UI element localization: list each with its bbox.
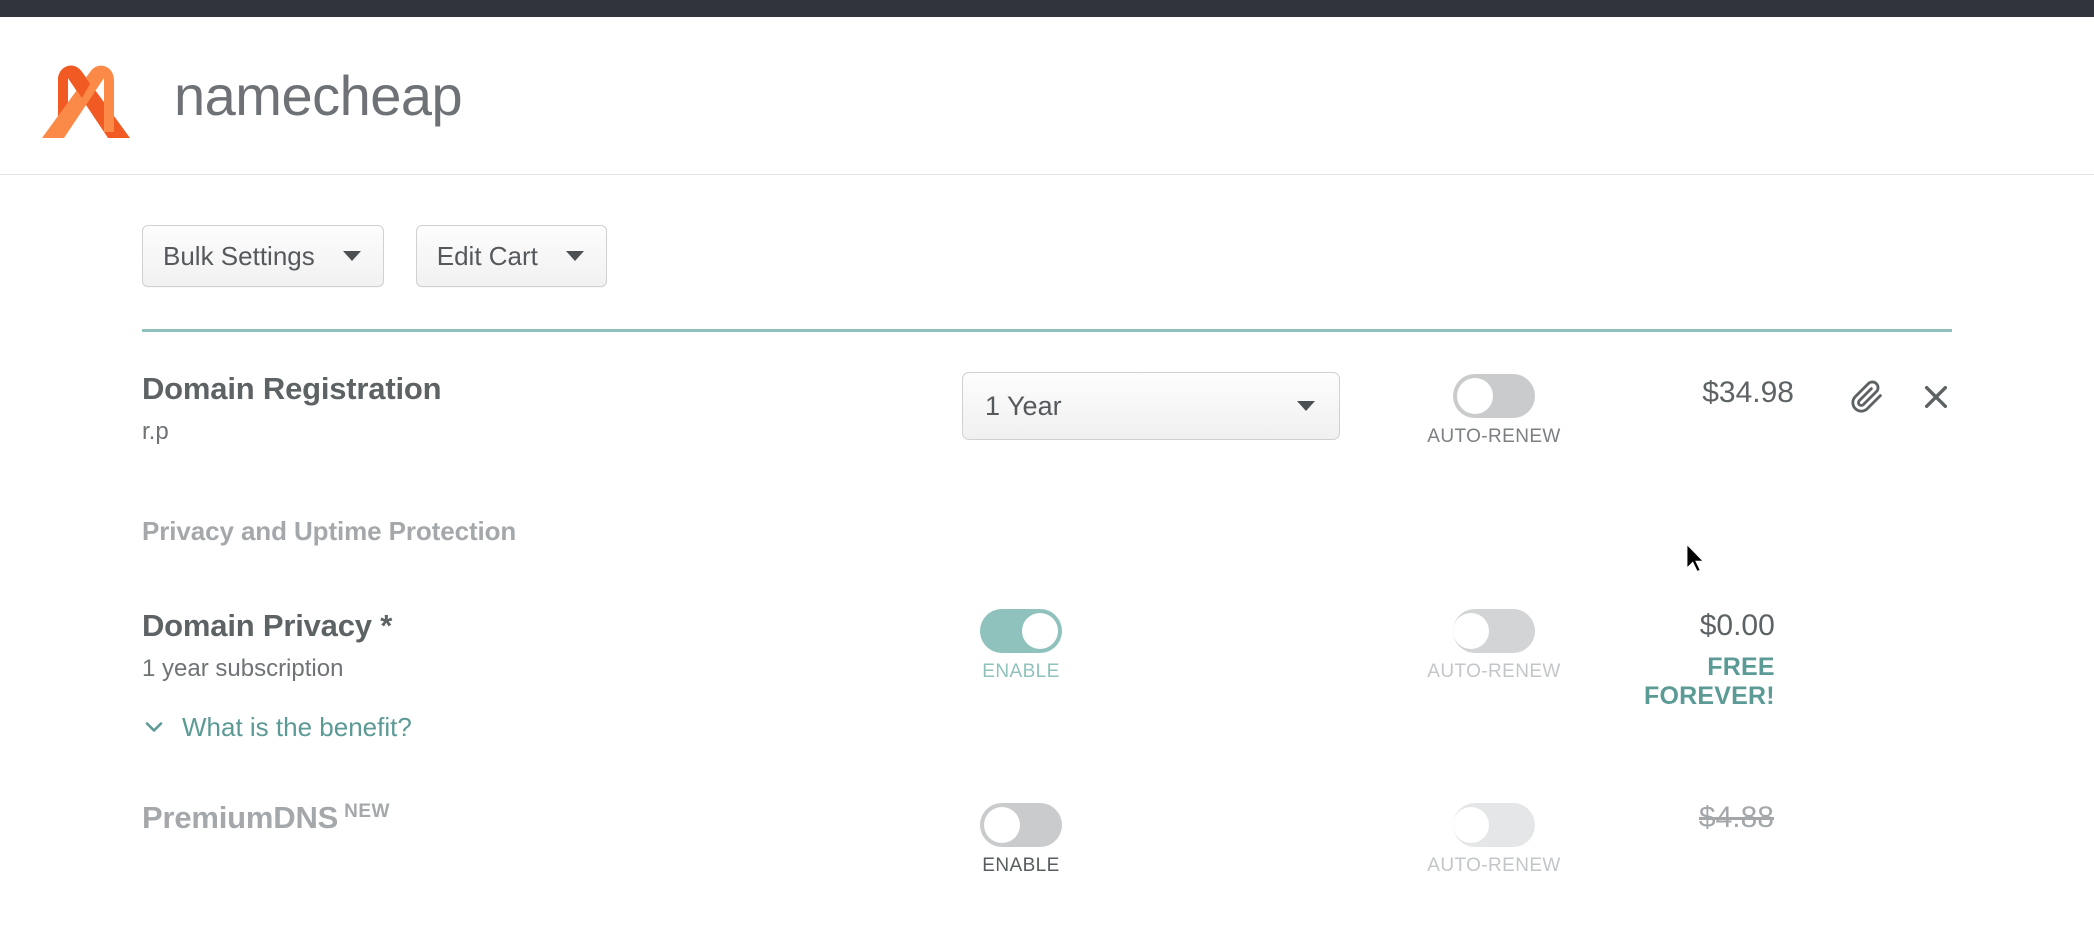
edit-cart-button[interactable]: Edit Cart <box>415 225 607 287</box>
domain-privacy-price: $0.00 <box>1699 609 1775 642</box>
chevron-down-icon <box>145 722 163 733</box>
browser-top-bar <box>0 0 2094 17</box>
domain-privacy-enable-toggle[interactable] <box>980 609 1062 653</box>
domain-privacy-price-column: $0.00 FREE FOREVER! <box>1644 609 1953 711</box>
domain-privacy-autorenew-toggle[interactable] <box>1453 609 1535 653</box>
premium-dns-autorenew-group: AUTO-RENEW <box>1427 802 1560 877</box>
domain-privacy-autorenew-group: AUTO-RENEW <box>1427 609 1560 683</box>
bulk-settings-label: Bulk Settings <box>163 240 315 271</box>
namecheap-logo[interactable]: namecheap <box>34 54 463 138</box>
domain-autorenew-toggle[interactable] <box>1453 374 1535 418</box>
premium-dns-new-badge: NEW <box>344 800 390 822</box>
term-select[interactable]: 1 Year <box>962 372 1340 440</box>
premium-dns-price: $4.88 <box>1698 800 1774 834</box>
domain-privacy-row: Domain Privacy * 1 year subscription Wha… <box>142 608 1953 743</box>
premium-dns-title-wrap: PremiumDNS NEW <box>142 799 962 835</box>
toggle-knob <box>1022 613 1058 649</box>
namecheap-wordmark: namecheap <box>174 63 463 127</box>
cart-toolbar: Bulk Settings Edit Cart <box>142 175 1952 287</box>
domain-term-column: 1 Year <box>962 372 1344 440</box>
toggle-knob <box>984 806 1020 843</box>
domain-privacy-price-note: FREE FOREVER! <box>1644 653 1775 710</box>
toggle-knob <box>1453 613 1489 649</box>
namecheap-logo-icon <box>42 65 130 138</box>
domain-privacy-subtitle: 1 year subscription <box>142 655 344 683</box>
premium-dns-title: PremiumDNS <box>142 799 339 835</box>
toggle-knob <box>1457 378 1493 414</box>
domain-privacy-benefit-link[interactable]: What is the benefit? <box>142 712 962 743</box>
domain-registration-row: Domain Registration r.p 1 Year AUTO-RENE… <box>142 371 1952 448</box>
domain-privacy-enable-column: ENABLE <box>962 609 1344 683</box>
domain-privacy-autorenew-label: AUTO-RENEW <box>1427 661 1561 682</box>
close-icon[interactable] <box>1920 381 1952 413</box>
premium-dns-autorenew-toggle[interactable] <box>1453 802 1535 847</box>
domain-privacy-autorenew-column: AUTO-RENEW <box>1344 609 1644 683</box>
domain-autorenew-group: AUTO-RENEW <box>1427 374 1560 448</box>
domain-privacy-enable-label: ENABLE <box>982 661 1060 682</box>
benefit-link-label: What is the benefit? <box>182 711 412 742</box>
premium-dns-row: PremiumDNS NEW ENABLE AUTO-RENEW $4.88 <box>142 799 1952 877</box>
domain-autorenew-label: AUTO-RENEW <box>1427 426 1561 447</box>
domain-privacy-title: Domain Privacy * <box>142 608 393 643</box>
premium-dns-autorenew-label: AUTO-RENEW <box>1427 854 1561 876</box>
premium-dns-autorenew-column: AUTO-RENEW <box>1344 801 1644 877</box>
premium-dns-enable-group: ENABLE <box>962 802 1080 877</box>
premium-dns-enable-toggle[interactable] <box>980 802 1062 847</box>
domain-privacy-enable-group: ENABLE <box>962 609 1080 683</box>
domain-registration-title: Domain Registration <box>142 371 442 406</box>
domain-price: $34.98 <box>1702 376 1794 409</box>
term-select-value: 1 Year <box>985 390 1062 421</box>
domain-price-column: $34.98 <box>1644 372 1952 414</box>
chevron-down-icon <box>1297 401 1315 411</box>
chevron-down-icon <box>342 251 361 261</box>
domain-privacy-info: Domain Privacy * 1 year subscription Wha… <box>142 608 962 743</box>
premium-dns-price-column: $4.88 <box>1644 801 1952 835</box>
bulk-settings-button[interactable]: Bulk Settings <box>142 225 384 287</box>
section-divider <box>142 329 1952 332</box>
cart-content: Bulk Settings Edit Cart Domain Registrat… <box>0 175 2094 877</box>
domain-registration-info: Domain Registration r.p <box>142 371 962 447</box>
toggle-knob <box>1453 806 1489 843</box>
domain-row-actions <box>1850 376 1952 414</box>
premium-dns-enable-column: ENABLE <box>962 801 1344 877</box>
chevron-down-icon <box>565 251 584 261</box>
privacy-section-title: Privacy and Uptime Protection <box>142 516 517 546</box>
site-header: namecheap <box>0 17 2094 175</box>
domain-autorenew-column: AUTO-RENEW <box>1344 372 1644 448</box>
premium-dns-info: PremiumDNS NEW <box>142 799 962 835</box>
edit-cart-label: Edit Cart <box>436 240 538 271</box>
premium-dns-enable-label: ENABLE <box>982 854 1060 876</box>
paperclip-icon[interactable] <box>1850 380 1884 414</box>
domain-name: r.p <box>142 418 169 446</box>
